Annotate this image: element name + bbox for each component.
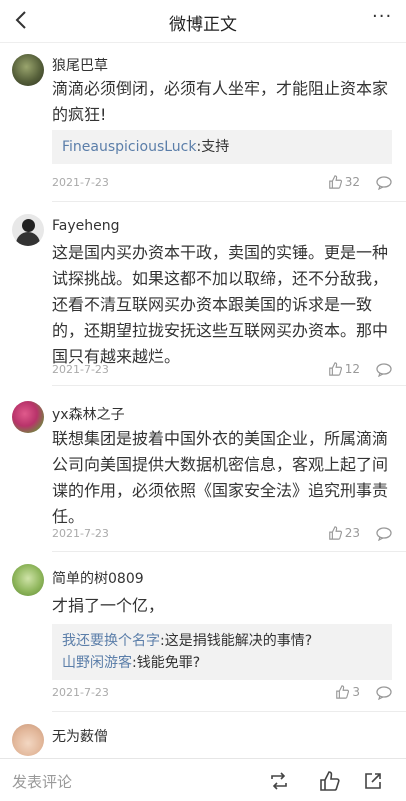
reply-text: :这是捐钱能解决的事情? [160, 633, 313, 649]
comment-item: 简单的树0809 才捐了一个亿， 我还要换个名字:这是捐钱能解决的事情? 山野闲… [0, 552, 406, 712]
comment-text: 联想集团是披着中国外衣的美国企业，所属滴滴公司向美国提供大数据机密信息，客观上起… [52, 429, 389, 526]
comment-date: 2021-7-23 [52, 176, 109, 189]
share-icon[interactable] [362, 770, 384, 792]
comment-input[interactable]: 发表评论 [12, 771, 72, 792]
comment-text: 才捐了一个亿， [52, 596, 165, 615]
reply-username[interactable]: 我还要换个名字 [62, 633, 160, 649]
comment-bubble-icon[interactable] [376, 176, 392, 190]
comment-date: 2021-7-23 [52, 363, 109, 376]
comment-date: 2021-7-23 [52, 686, 109, 699]
like-count: 3 [352, 685, 360, 699]
like-count: 32 [344, 175, 360, 189]
reply-text: :钱能免罪? [132, 655, 201, 671]
avatar[interactable] [12, 564, 44, 596]
avatar[interactable] [12, 54, 44, 86]
thumbs-up-icon [328, 362, 342, 376]
like-button[interactable]: 23 [328, 526, 360, 540]
comment-item: 狼尾巴草 滴滴必须倒闭，必须有人坐牢，才能阻止资本家的疯狂! Fineauspi… [0, 42, 406, 202]
like-button[interactable]: 32 [328, 175, 360, 189]
comment-item: Fayeheng 这是国内买办资本干政，卖国的实锤。更是一种试探挑战。如果这都不… [0, 202, 406, 386]
repost-icon[interactable] [268, 770, 290, 792]
comment-text: 这是国内买办资本干政，卖国的实锤。更是一种试探挑战。如果这都不加以取缔，还不分敌… [52, 243, 389, 366]
comment-date: 2021-7-23 [52, 527, 109, 540]
like-count: 12 [344, 362, 360, 376]
comment-bubble-icon[interactable] [376, 527, 392, 541]
reply-box[interactable]: FineauspiciousLuck:支持 [52, 130, 392, 164]
like-count: 23 [344, 526, 360, 540]
thumbs-up-icon [328, 175, 342, 189]
comment-username[interactable]: 简单的树0809 [52, 568, 144, 588]
comment-username[interactable]: yx森林之子 [52, 404, 125, 424]
page-title: 微博正文 [169, 15, 237, 35]
avatar[interactable] [12, 401, 44, 433]
reply-item[interactable]: 山野闲游客:钱能免罪? [62, 652, 382, 674]
avatar[interactable] [12, 214, 44, 246]
comment-username[interactable]: 无为薮僧 [52, 726, 108, 746]
thumbs-up-icon [336, 685, 350, 699]
comment-text: 滴滴必须倒闭，必须有人坐牢，才能阻止资本家的疯狂! [52, 79, 389, 124]
comment-bubble-icon[interactable] [376, 686, 392, 700]
comment-item: yx森林之子 联想集团是披着中国外衣的美国企业，所属滴滴公司向美国提供大数据机密… [0, 386, 406, 552]
like-button[interactable]: 3 [335, 685, 360, 699]
reply-text: :支持 [196, 139, 230, 155]
comment-username[interactable]: Fayeheng [52, 218, 120, 234]
like-button[interactable]: 12 [328, 362, 360, 376]
top-nav-bar: 微博正文 ··· [0, 0, 406, 43]
comment-item: 无为薮僧 [0, 712, 406, 758]
comment-username[interactable]: 狼尾巴草 [52, 55, 108, 75]
reply-username[interactable]: FineauspiciousLuck [62, 139, 196, 155]
bottom-action-bar: 发表评论 [0, 758, 406, 801]
reply-box[interactable]: 我还要换个名字:这是捐钱能解决的事情? 山野闲游客:钱能免罪? [52, 624, 392, 680]
reply-item[interactable]: 我还要换个名字:这是捐钱能解决的事情? [62, 630, 382, 652]
comment-bubble-icon[interactable] [376, 363, 392, 377]
reply-username[interactable]: 山野闲游客 [62, 655, 132, 671]
thumbs-up-icon [328, 526, 342, 540]
avatar[interactable] [12, 724, 44, 756]
more-options-icon[interactable]: ··· [372, 8, 396, 30]
like-icon[interactable] [318, 770, 340, 792]
